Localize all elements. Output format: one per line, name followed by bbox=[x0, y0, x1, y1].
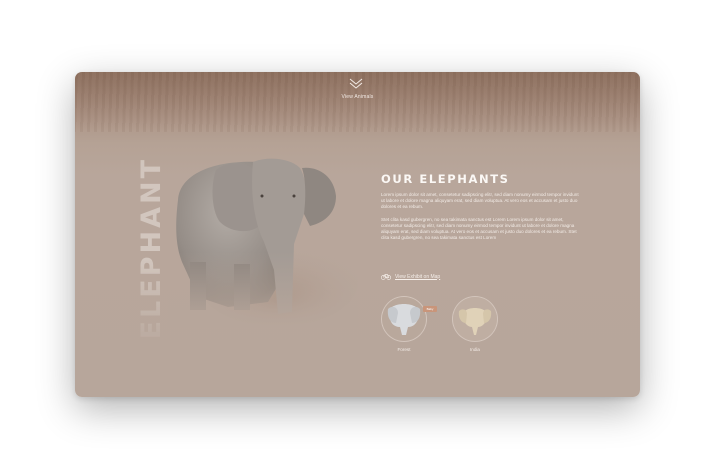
elephant-info: OUR ELEPHANTS Lorem ipsum dolor sit amet… bbox=[381, 172, 581, 241]
forest-elephant-image bbox=[382, 297, 426, 341]
elephant-card: View Animals ELEPHANT OUR ELEPHANTS Lore… bbox=[75, 72, 640, 397]
description-paragraph-2: Stet clita kasd gubergren, no sea takima… bbox=[381, 216, 577, 241]
section-title: OUR ELEPHANTS bbox=[381, 172, 510, 186]
species-forest-thumbnail[interactable] bbox=[381, 296, 427, 342]
species-india[interactable]: India bbox=[452, 296, 498, 352]
description-paragraph-1: Lorem ipsum dolor sit amet, consetetur s… bbox=[381, 192, 579, 210]
species-india-label[interactable]: India bbox=[452, 347, 498, 352]
elephant-photo bbox=[168, 158, 358, 327]
view-exhibit-label[interactable]: View Exhibit on Map bbox=[395, 274, 440, 280]
species-forest-label[interactable]: Forest bbox=[381, 347, 427, 352]
view-exhibit-link[interactable]: View Exhibit on Map bbox=[381, 273, 440, 280]
species-india-thumbnail[interactable] bbox=[452, 296, 498, 342]
view-animals-link[interactable]: View Animals bbox=[75, 94, 640, 100]
india-elephant-image bbox=[453, 297, 497, 341]
baby-badge: Baby bbox=[423, 306, 437, 312]
double-chevron-down-icon[interactable] bbox=[348, 76, 364, 92]
vertical-animal-name: ELEPHANT bbox=[136, 157, 167, 340]
species-forest[interactable]: Forest bbox=[381, 296, 427, 352]
bicycle-icon bbox=[381, 274, 391, 280]
